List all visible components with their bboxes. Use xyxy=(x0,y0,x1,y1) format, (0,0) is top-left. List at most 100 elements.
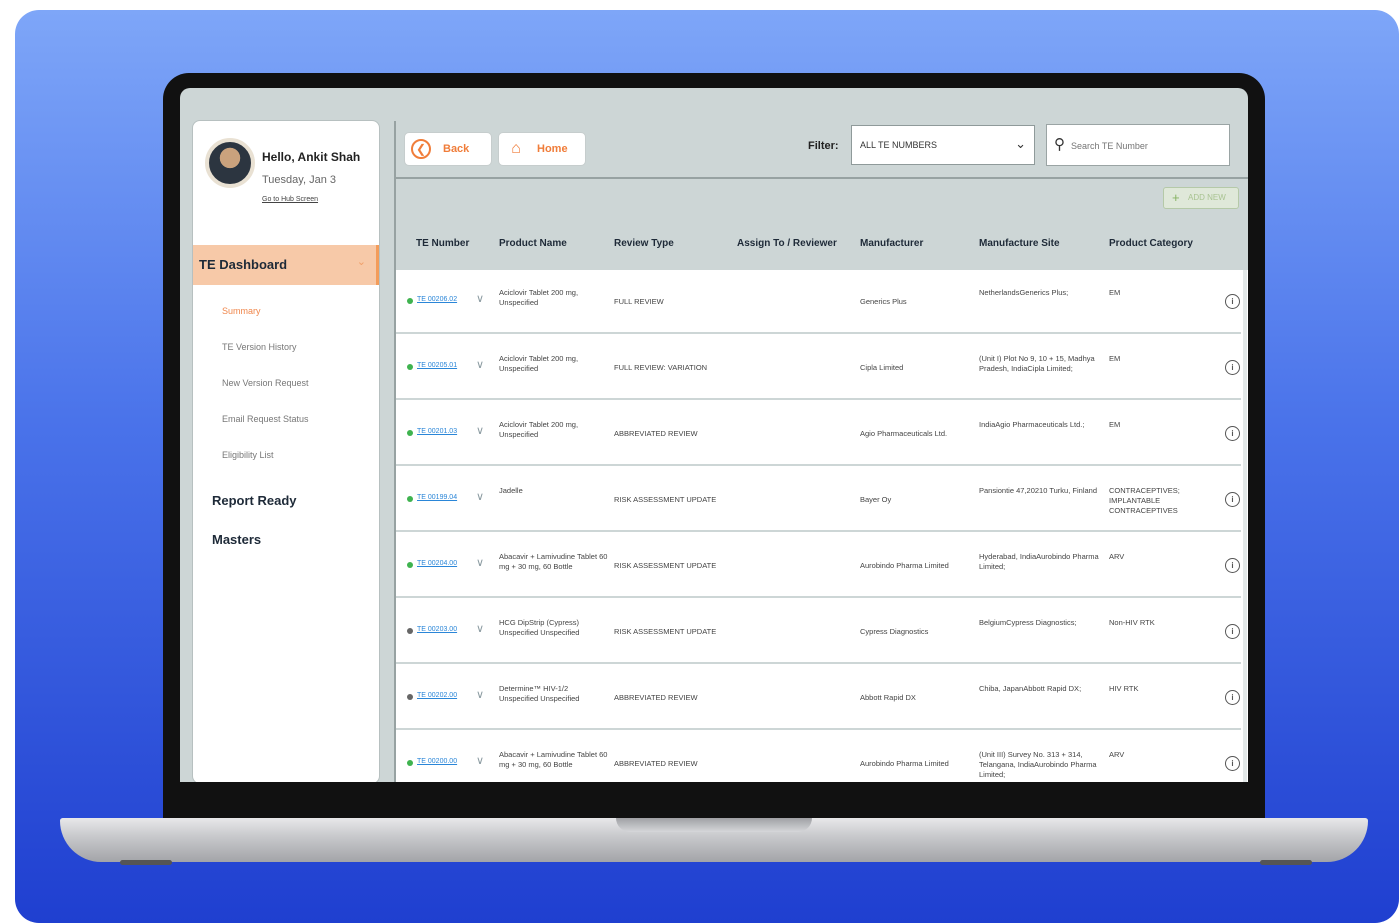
manufacture-site-cell: Chiba, JapanAbbott Rapid DX; xyxy=(979,684,1082,693)
info-icon[interactable]: i xyxy=(1225,624,1240,639)
review-type-cell: ABBREVIATED REVIEW xyxy=(614,693,698,702)
column-header-product-category[interactable]: Product Category xyxy=(1109,238,1193,249)
product-name-cell: HCG DipStrip (Cypress) Unspecified Unspe… xyxy=(499,618,580,637)
te-number-link[interactable]: TE 00202.00 xyxy=(417,692,457,699)
info-icon[interactable]: i xyxy=(1225,690,1240,705)
expand-chevron-icon[interactable]: ∨ xyxy=(476,622,484,635)
expand-chevron-icon[interactable]: ∨ xyxy=(476,490,484,503)
table-row[interactable]: TE 00199.04 ∨ Jadelle RISK ASSESSMENT UPDAT… xyxy=(396,468,1241,532)
expand-chevron-icon[interactable]: ∨ xyxy=(476,292,484,305)
te-number-link[interactable]: TE 00205.01 xyxy=(417,362,457,369)
review-type-cell: FULL REVIEW xyxy=(614,297,664,306)
product-name-cell: Jadelle xyxy=(499,486,523,495)
back-arrow-icon: ❮ xyxy=(411,139,431,159)
expand-chevron-icon[interactable]: ∨ xyxy=(476,754,484,767)
filter-select[interactable]: ALL TE NUMBERS ⌄ xyxy=(851,125,1035,165)
product-category-cell: ARV xyxy=(1109,552,1125,561)
status-dot xyxy=(407,694,413,700)
status-dot xyxy=(407,496,413,502)
column-header-review-type[interactable]: Review Type xyxy=(614,238,674,249)
column-header-product-name[interactable]: Product Name xyxy=(499,238,567,249)
review-type-cell: FULL REVIEW: VARIATION xyxy=(614,363,708,372)
sidebar-item-masters[interactable]: Masters xyxy=(212,532,261,547)
te-number-link[interactable]: TE 00200.00 xyxy=(417,758,457,765)
info-icon[interactable]: i xyxy=(1225,558,1240,573)
product-name-cell: Aciclovir Tablet 200 mg, Unspecified xyxy=(499,420,579,439)
product-category-cell: ARV xyxy=(1109,750,1125,759)
product-name-cell: Aciclovir Tablet 200 mg, Unspecified xyxy=(499,288,579,307)
manufacturer-cell: Cipla Limited xyxy=(860,363,904,372)
column-header-manufacturer[interactable]: Manufacturer xyxy=(860,238,923,249)
expand-chevron-icon[interactable]: ∨ xyxy=(476,424,484,437)
te-number-link[interactable]: TE 00204.00 xyxy=(417,560,457,567)
te-number-link[interactable]: TE 00206.02 xyxy=(417,296,457,303)
sidebar-item-new-version-request[interactable]: New Version Request xyxy=(222,378,309,388)
te-number-link[interactable]: TE 00203.00 xyxy=(417,626,457,633)
plus-icon: + xyxy=(1172,190,1180,205)
manufacturer-cell: Generics Plus xyxy=(860,297,907,306)
sidebar-item-eligibility-list[interactable]: Eligibility List xyxy=(222,450,274,460)
table-scrollbar[interactable] xyxy=(1243,270,1247,782)
table-row[interactable]: TE 00204.00 ∨ Abacavir + Lamivudine Tablet… xyxy=(396,534,1241,598)
back-button[interactable]: ❮ Back xyxy=(404,132,492,166)
product-name-cell: Determine™ HIV-1/2 Unspecified Unspecifi… xyxy=(499,684,580,703)
manufacturer-cell: Abbott Rapid DX xyxy=(860,693,916,702)
status-dot xyxy=(407,628,413,634)
sidebar-item-summary[interactable]: Summary xyxy=(222,306,261,316)
column-header-assign-to[interactable]: Assign To / Reviewer xyxy=(737,238,837,249)
info-icon[interactable]: i xyxy=(1225,426,1240,441)
product-name-cell: Abacavir + Lamivudine Tablet 60 mg + 30 … xyxy=(499,750,608,769)
review-type-cell: ABBREVIATED REVIEW xyxy=(614,759,698,768)
user-greeting: Hello, Ankit Shah xyxy=(262,150,361,164)
info-icon[interactable]: i xyxy=(1225,492,1240,507)
info-icon[interactable]: i xyxy=(1225,294,1240,309)
te-number-link[interactable]: TE 00199.04 xyxy=(417,494,457,501)
manufacture-site-cell: (Unit I) Plot No 9, 10 + 15, Madhya Prad… xyxy=(979,354,1095,373)
add-new-button[interactable]: + ADD NEW xyxy=(1163,187,1239,209)
table-row[interactable]: TE 00205.01 ∨ Aciclovir Tablet 200 mg, Uns… xyxy=(396,336,1241,400)
status-dot xyxy=(407,298,413,304)
manufacture-site-cell: IndiaAgio Pharmaceuticals Ltd.; xyxy=(979,420,1085,429)
table-header: TE Number Product Name Review Type Assig… xyxy=(396,222,1248,270)
product-category-cell: EM xyxy=(1109,288,1121,297)
review-type-cell: RISK ASSESSMENT UPDATE xyxy=(614,561,717,570)
sidebar-item-te-dashboard[interactable]: TE Dashboard ⌄ xyxy=(193,245,379,285)
manufacture-site-cell: Pansiontie 47,20210 Turku, Finland xyxy=(979,486,1097,495)
manufacturer-cell: Aurobindo Pharma Limited xyxy=(860,561,949,570)
search-box[interactable]: ⚲ xyxy=(1046,124,1230,166)
product-category-cell: EM xyxy=(1109,354,1121,363)
manufacturer-cell: Cypress Diagnostics xyxy=(860,627,929,636)
sidebar-item-label: TE Dashboard xyxy=(199,257,288,272)
info-icon[interactable]: i xyxy=(1225,360,1240,375)
status-dot xyxy=(407,562,413,568)
expand-chevron-icon[interactable]: ∨ xyxy=(476,688,484,701)
sidebar: Hello, Ankit Shah Tuesday, Jan 3 Go to H… xyxy=(192,120,380,782)
hub-screen-link[interactable]: Go to Hub Screen xyxy=(262,196,318,203)
sidebar-item-te-version-history[interactable]: TE Version History xyxy=(222,342,297,352)
column-header-te-number[interactable]: TE Number xyxy=(416,238,469,249)
info-icon[interactable]: i xyxy=(1225,756,1240,771)
table-row[interactable]: TE 00206.02 ∨ Aciclovir Tablet 200 mg, Uns… xyxy=(396,270,1241,334)
expand-chevron-icon[interactable]: ∨ xyxy=(476,556,484,569)
product-category-cell: HIV RTK xyxy=(1109,684,1139,693)
table-row[interactable]: TE 00200.00 ∨ Abacavir + Lamivudine Tablet… xyxy=(396,732,1241,782)
laptop-notch xyxy=(616,818,812,832)
review-type-cell: ABBREVIATED REVIEW xyxy=(614,429,698,438)
sidebar-item-report-ready[interactable]: Report Ready xyxy=(212,493,297,508)
chevron-down-icon: ⌄ xyxy=(356,256,366,268)
sidebar-item-email-request-status[interactable]: Email Request Status xyxy=(222,414,309,424)
expand-chevron-icon[interactable]: ∨ xyxy=(476,358,484,371)
product-category-cell: EM xyxy=(1109,420,1121,429)
table-row[interactable]: TE 00203.00 ∨ HCG DipStrip (Cypress) Unspe… xyxy=(396,600,1241,664)
home-button[interactable]: ⌂ Home xyxy=(498,132,586,166)
status-dot xyxy=(407,760,413,766)
table-row[interactable]: TE 00202.00 ∨ Determine™ HIV-1/2 Unspecifi… xyxy=(396,666,1241,730)
review-type-cell: RISK ASSESSMENT UPDATE xyxy=(614,495,717,504)
status-dot xyxy=(407,430,413,436)
search-icon: ⚲ xyxy=(1054,136,1065,153)
table-row[interactable]: TE 00201.03 ∨ Aciclovir Tablet 200 mg, Uns… xyxy=(396,402,1241,466)
te-number-link[interactable]: TE 00201.03 xyxy=(417,428,457,435)
search-input[interactable] xyxy=(1069,135,1223,157)
column-header-manufacture-site[interactable]: Manufacture Site xyxy=(979,238,1060,249)
laptop-foot-right xyxy=(1260,860,1312,865)
